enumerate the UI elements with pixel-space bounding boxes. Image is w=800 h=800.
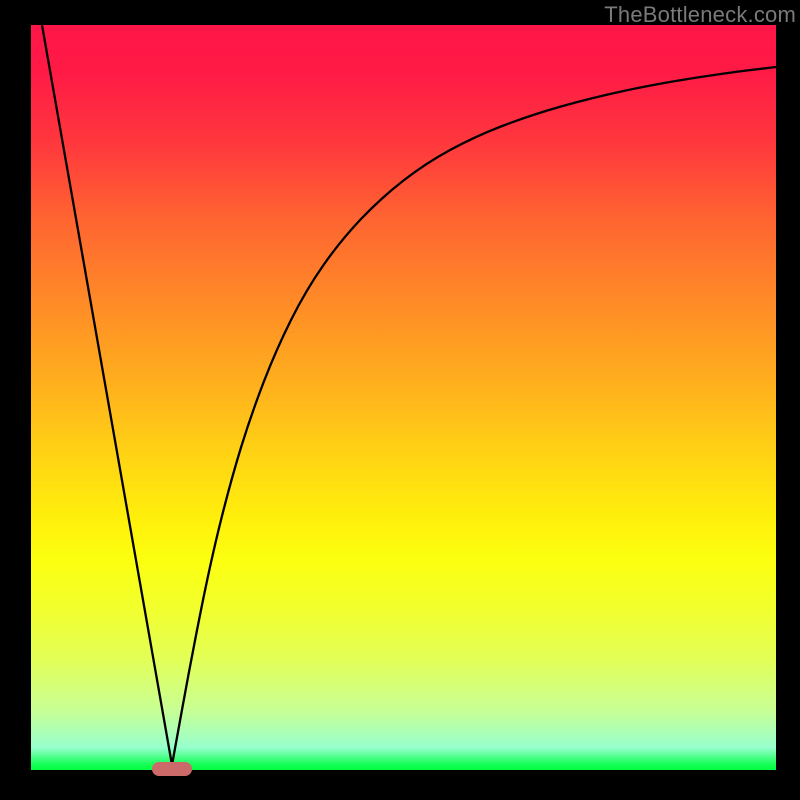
curve-right xyxy=(172,67,776,765)
curve-svg xyxy=(31,25,776,770)
plot-area xyxy=(31,25,776,770)
bottleneck-marker xyxy=(152,762,192,776)
chart-frame: TheBottleneck.com xyxy=(0,0,800,800)
curve-left xyxy=(42,25,172,765)
